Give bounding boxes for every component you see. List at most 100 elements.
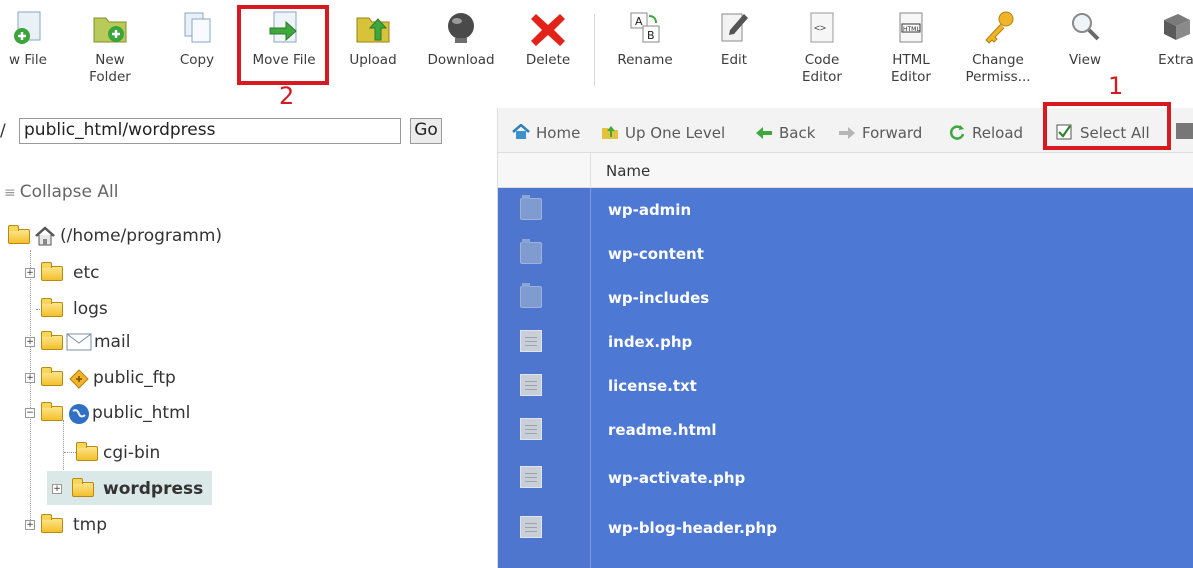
tree-item-logs[interactable]: logs [22,297,222,323]
file-icon [520,330,542,352]
folder-icon [76,442,98,461]
open-folder-icon [8,225,30,244]
forward-button[interactable]: Forward [838,124,922,142]
tree-item-mail[interactable]: + mail [22,330,222,356]
tree-item-tmp[interactable]: + tmp [22,513,222,539]
change-permissions-button[interactable]: Change Permiss... [956,2,1040,98]
back-label: Back [779,124,816,142]
file-name[interactable]: wp-admin [608,201,691,219]
file-icon [520,374,542,396]
move-file-highlight [237,5,329,85]
unselect-all-icon[interactable] [1176,123,1193,139]
new-folder-button[interactable]: New Folder [76,2,144,98]
delete-button[interactable]: Delete [516,2,580,98]
file-icon [520,466,542,488]
file-list-header: Name [498,152,1193,189]
up-one-level-button[interactable]: Up One Level [601,124,725,142]
rename-icon: AB [625,10,665,46]
file-row[interactable]: wp-blog-header.php [498,506,1193,550]
file-name[interactable]: index.php [608,333,692,351]
upload-button[interactable]: Upload [338,2,408,98]
key-icon [978,10,1018,46]
file-row[interactable]: wp-includes [498,276,1193,320]
file-row[interactable]: license.txt [498,364,1193,408]
step-2-label: 2 [279,82,295,110]
new-file-button[interactable]: w File [0,2,64,98]
file-name[interactable]: wp-includes [608,289,709,307]
home-icon [512,123,530,139]
download-button[interactable]: Download [418,2,504,98]
select-all-highlight [1043,102,1171,150]
folder-icon [41,298,63,317]
file-name[interactable]: readme.html [608,421,717,439]
new-file-icon [8,10,48,46]
expand-icon: + [25,337,35,347]
reload-label: Reload [972,124,1024,142]
open-folder-icon [41,402,63,421]
extract-button[interactable]: Extra [1146,2,1193,98]
code-editor-button[interactable]: <> Code Editor [786,2,858,98]
file-list: wp-admin wp-content wp-includes index.php li… [498,188,1193,568]
svg-text:<>: <> [814,23,826,34]
folder-icon [41,367,63,386]
file-icon [520,516,542,538]
tree-item-home[interactable]: (/home/programm) [8,224,308,250]
reload-icon [948,124,966,140]
file-name[interactable]: wp-blog-header.php [608,519,777,537]
forward-label: Forward [862,124,923,142]
file-name[interactable]: wp-activate.php [608,469,745,487]
svg-text:A: A [635,15,643,28]
file-name[interactable]: license.txt [608,377,697,395]
file-icon [520,418,542,440]
tree-item-public-html[interactable]: − public_html [22,401,242,427]
collapse-all-label: Collapse All [19,182,119,202]
type-column-header[interactable] [498,153,591,189]
folder-icon [520,239,542,264]
forward-arrow-icon [838,126,856,140]
collapse-node-icon: − [25,408,35,418]
expand-icon: + [25,268,35,278]
rename-button[interactable]: AB Rename [604,2,686,98]
delete-icon [528,10,568,46]
directory-tree-pane: / public_html/wordpress Go ≡ Collapse All… [0,108,497,568]
toolbar-divider [594,14,595,86]
html-editor-button[interactable]: HTML HTML Editor [876,2,946,98]
magnifier-icon [1065,10,1105,46]
view-button[interactable]: View [1054,2,1116,98]
file-row[interactable]: wp-content [498,232,1193,276]
edit-button[interactable]: Edit [704,2,764,98]
step-1-label: 1 [1108,72,1124,100]
expand-icon: + [52,484,62,494]
tree-item-etc[interactable]: + etc [22,261,222,287]
extract-icon [1156,10,1193,46]
home-nav-button[interactable]: Home [512,123,581,142]
file-row[interactable]: wp-admin [498,188,1193,232]
file-list-pane: Home Up One Level Back Forward Reload Se… [497,102,1193,568]
svg-text:HTML: HTML [903,26,920,33]
upload-icon [353,10,393,46]
edit-icon [714,10,754,46]
globe-icon [68,403,90,430]
home-nav-label: Home [536,124,581,142]
path-input[interactable]: public_html/wordpress [19,118,401,144]
folder-icon [41,262,63,281]
toolbar: w File New Folder Copy Move File Upload [0,0,1193,110]
folder-icon [41,514,63,533]
copy-icon [177,10,217,46]
tree-item-wordpress[interactable]: + wordpress [48,477,248,503]
collapse-all-link[interactable]: ≡ Collapse All [4,182,118,202]
file-row[interactable]: wp-activate.php [498,456,1193,500]
file-row[interactable]: readme.html [498,408,1193,452]
reload-button[interactable]: Reload [948,124,1023,142]
file-row[interactable]: index.php [498,320,1193,364]
tree-item-cgi-bin[interactable]: cgi-bin [56,441,256,467]
code-editor-icon: <> [802,10,842,46]
ftp-icon [69,369,89,394]
name-column-header[interactable]: Name [606,162,650,180]
file-name[interactable]: wp-content [608,245,704,263]
path-prefix: / [0,121,6,141]
back-button[interactable]: Back [755,124,815,142]
tree-item-public-ftp[interactable]: + public_ftp [22,366,242,392]
go-button[interactable]: Go [410,118,442,144]
copy-button[interactable]: Copy [164,2,230,98]
